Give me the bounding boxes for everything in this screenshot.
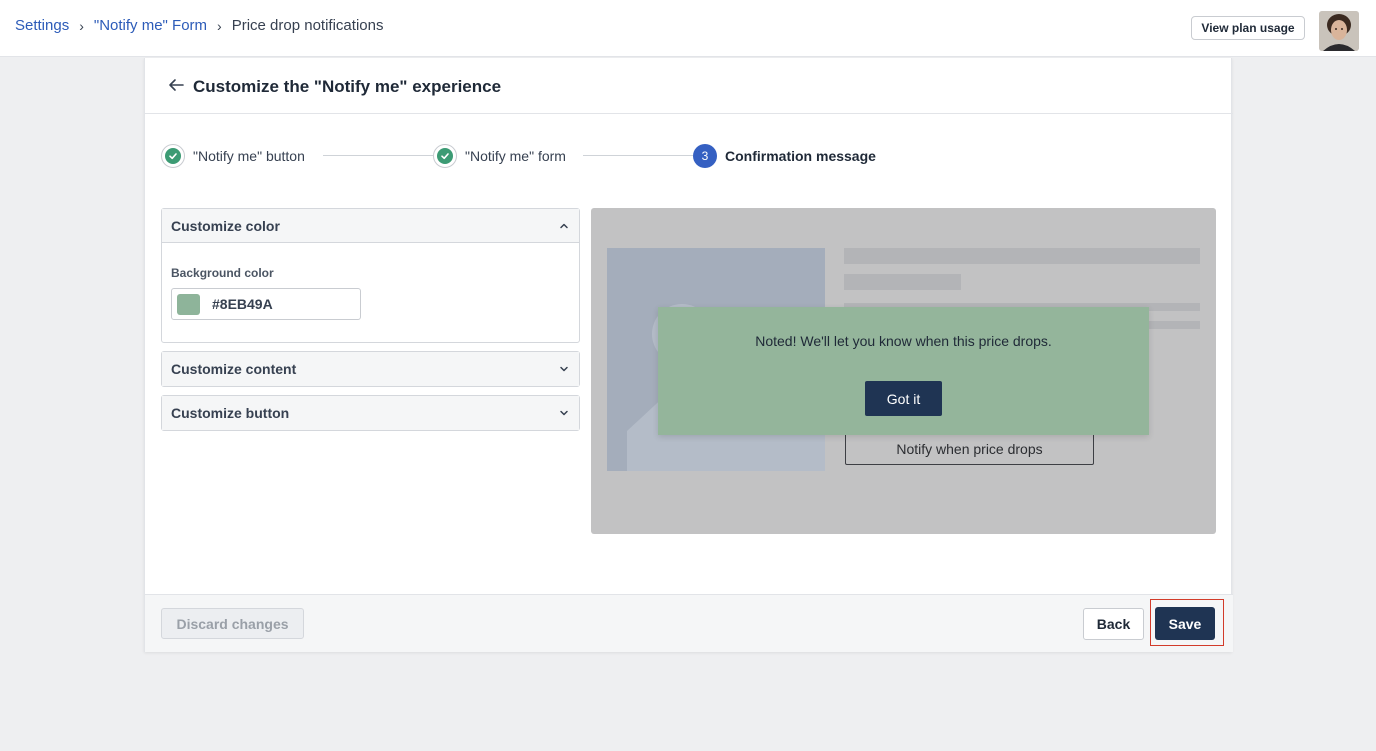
accordion-title: Customize button bbox=[171, 405, 290, 421]
step-label: "Notify me" form bbox=[465, 148, 566, 164]
accordion-customize-color: Customize color Background color #8EB49A bbox=[161, 208, 580, 343]
discard-changes-button[interactable]: Discard changes bbox=[161, 608, 304, 639]
breadcrumb-separator: › bbox=[217, 17, 222, 34]
color-value[interactable]: #8EB49A bbox=[212, 296, 273, 312]
accordion-customize-content: Customize content bbox=[161, 351, 580, 387]
accordion-header-content[interactable]: Customize content bbox=[162, 352, 579, 386]
step-done-indicator bbox=[161, 144, 185, 168]
stepper: "Notify me" button "Notify me" form 3 Co… bbox=[161, 144, 881, 168]
preview-panel: Notify when price drops Noted! We'll let… bbox=[591, 208, 1216, 534]
accordion-header-button[interactable]: Customize button bbox=[162, 396, 579, 430]
step-notify-button[interactable]: "Notify me" button bbox=[161, 144, 305, 168]
accordion-title: Customize content bbox=[171, 361, 297, 377]
confirmation-message: Noted! We'll let you know when this pric… bbox=[755, 333, 1052, 349]
step-confirmation-message[interactable]: 3 Confirmation message bbox=[693, 144, 876, 168]
back-button[interactable]: Back bbox=[1083, 608, 1144, 640]
breadcrumb-notify-form[interactable]: "Notify me" Form bbox=[94, 17, 207, 34]
top-bar: Settings › "Notify me" Form › Price drop… bbox=[0, 0, 1376, 57]
step-notify-form[interactable]: "Notify me" form bbox=[433, 144, 566, 168]
arrow-left-icon[interactable] bbox=[167, 76, 185, 94]
check-icon bbox=[441, 153, 449, 160]
accordion-header-color[interactable]: Customize color bbox=[162, 209, 579, 243]
page-title: Customize the "Notify me" experience bbox=[193, 77, 502, 96]
card-header: Customize the "Notify me" experience bbox=[145, 58, 1233, 114]
step-connector bbox=[583, 155, 693, 156]
chevron-up-icon bbox=[560, 223, 568, 228]
card-footer: Discard changes Back Save bbox=[145, 594, 1233, 652]
user-avatar-icon[interactable] bbox=[1319, 11, 1359, 51]
breadcrumb-settings[interactable]: Settings bbox=[15, 17, 69, 34]
background-color-label: Background color bbox=[171, 266, 274, 280]
step-done-indicator bbox=[433, 144, 457, 168]
accordion-title: Customize color bbox=[171, 217, 280, 234]
step-connector bbox=[323, 155, 433, 156]
accordion-body-color: Background color #8EB49A bbox=[162, 243, 579, 342]
background-color-input[interactable]: #8EB49A bbox=[171, 288, 361, 320]
view-plan-usage-button[interactable]: View plan usage bbox=[1191, 16, 1305, 40]
title-placeholder bbox=[844, 248, 1200, 264]
save-button[interactable]: Save bbox=[1155, 607, 1215, 640]
color-swatch[interactable] bbox=[177, 293, 200, 315]
customize-card: Customize the "Notify me" experience "No… bbox=[144, 58, 1233, 652]
check-icon bbox=[169, 153, 177, 160]
step-label: "Notify me" button bbox=[193, 148, 305, 164]
chevron-down-icon bbox=[560, 410, 568, 416]
got-it-button[interactable]: Got it bbox=[865, 381, 942, 416]
step-label: Confirmation message bbox=[725, 148, 876, 164]
breadcrumb-separator: › bbox=[79, 17, 84, 34]
confirmation-toast: Noted! We'll let you know when this pric… bbox=[658, 307, 1149, 435]
notify-price-drop-button[interactable]: Notify when price drops bbox=[845, 432, 1094, 465]
breadcrumb: Settings › "Notify me" Form › Price drop… bbox=[15, 17, 383, 34]
chevron-down-icon bbox=[560, 366, 568, 372]
price-placeholder bbox=[844, 274, 961, 290]
breadcrumb-current: Price drop notifications bbox=[231, 17, 384, 34]
accordion-customize-button: Customize button bbox=[161, 395, 580, 431]
step-number-indicator: 3 bbox=[693, 144, 717, 168]
